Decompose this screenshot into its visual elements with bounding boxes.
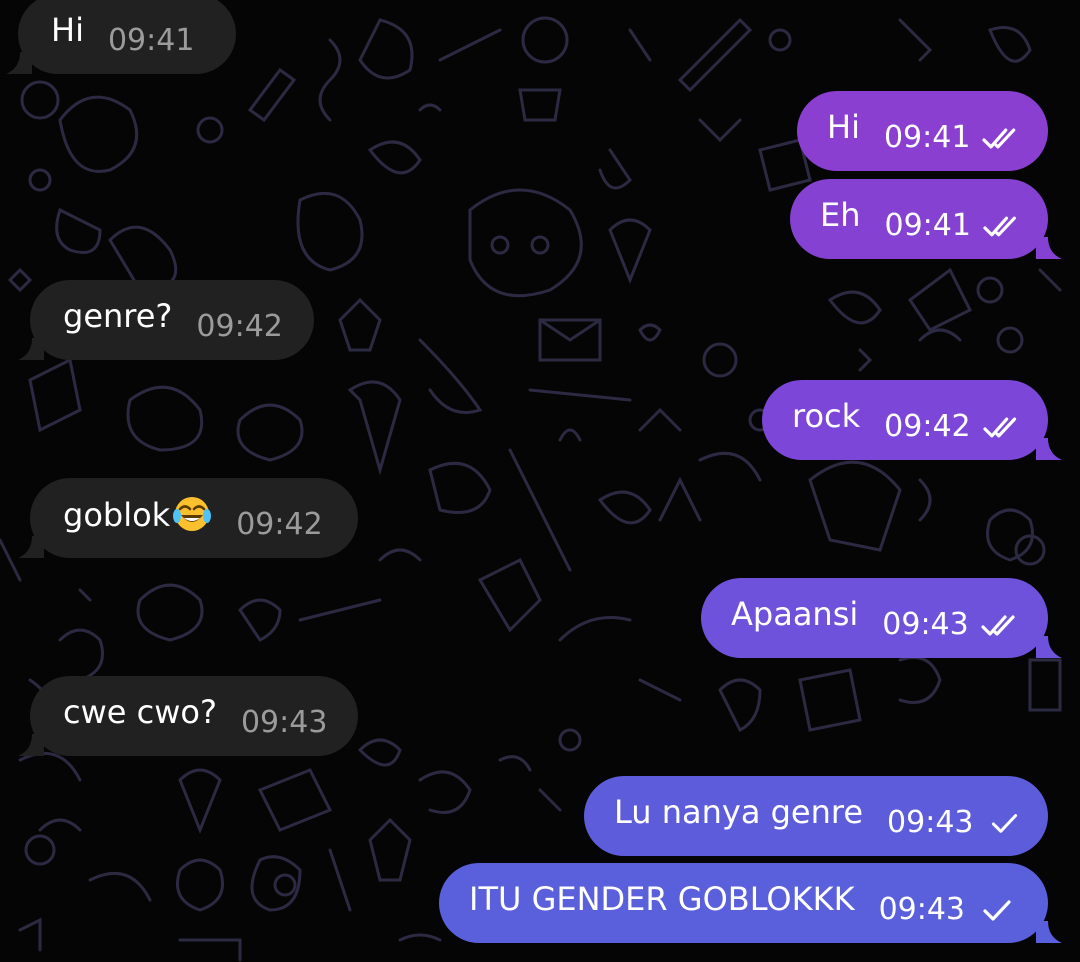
single-check-delivered-icon bbox=[991, 814, 1017, 833]
message-time: 09:41 bbox=[107, 23, 195, 58]
single-check-delivered-icon bbox=[983, 900, 1011, 921]
message-text: Eh bbox=[820, 196, 861, 234]
bubble-tail bbox=[1036, 237, 1062, 259]
bubble-tail bbox=[18, 338, 44, 360]
message-bubble-incoming[interactable]: cwe cwo? 09:43 bbox=[18, 676, 358, 756]
message-bubble-incoming[interactable]: goblok 09:42 bbox=[18, 478, 358, 558]
message-bubble-incoming[interactable]: Hi 09:41 bbox=[6, 0, 236, 74]
message-time: 09:43 bbox=[887, 805, 974, 840]
bubble-tail bbox=[6, 52, 32, 74]
message-text: ITU GENDER GOBLOKKK bbox=[469, 880, 855, 918]
message-text: rock bbox=[792, 397, 861, 435]
message-time: 09:42 bbox=[196, 309, 283, 344]
message-time: 09:42 bbox=[884, 409, 971, 444]
bubble-tail bbox=[1036, 921, 1062, 943]
message-text: Hi bbox=[51, 11, 84, 49]
message-time: 09:41 bbox=[884, 208, 971, 243]
message-bubble-outgoing[interactable]: Eh 09:41 bbox=[790, 179, 1062, 259]
message-text: Apaansi bbox=[731, 595, 859, 633]
double-check-read-icon bbox=[983, 417, 1016, 438]
bubble-tail bbox=[18, 734, 44, 756]
face-with-tears-of-joy-icon bbox=[173, 496, 212, 531]
message-text: Hi bbox=[827, 108, 860, 146]
bubble-tail bbox=[18, 536, 44, 558]
double-check-read-icon bbox=[982, 128, 1016, 149]
message-text: cwe cwo? bbox=[63, 693, 217, 731]
message-bubble-outgoing[interactable]: Apaansi 09:43 bbox=[701, 578, 1062, 658]
bubble-tail bbox=[1036, 438, 1062, 460]
message-bubble-outgoing[interactable]: rock 09:42 bbox=[762, 380, 1062, 460]
chat-view: Hi 09:41 Hi 09:41 Eh 09:41 genre? 09:42 … bbox=[0, 0, 1080, 962]
message-bubble-outgoing[interactable]: ITU GENDER GOBLOKKK 09:43 bbox=[439, 863, 1062, 943]
double-check-read-icon bbox=[983, 216, 1016, 237]
message-text: goblok bbox=[63, 494, 212, 535]
bubble-tail bbox=[1036, 636, 1062, 658]
message-text: genre? bbox=[63, 297, 173, 335]
message-time: 09:43 bbox=[240, 705, 328, 740]
message-text: Lu nanya genre bbox=[614, 793, 864, 831]
message-time: 09:43 bbox=[878, 892, 966, 927]
message-time: 09:41 bbox=[883, 120, 971, 155]
double-check-read-icon bbox=[981, 615, 1015, 636]
message-bubble-outgoing[interactable]: Hi 09:41 bbox=[797, 91, 1048, 171]
message-bubble-outgoing[interactable]: Lu nanya genre 09:43 bbox=[584, 776, 1048, 856]
message-time: 09:42 bbox=[236, 507, 323, 542]
message-bubble-incoming[interactable]: genre? 09:42 bbox=[18, 280, 314, 360]
message-time: 09:43 bbox=[882, 607, 969, 642]
